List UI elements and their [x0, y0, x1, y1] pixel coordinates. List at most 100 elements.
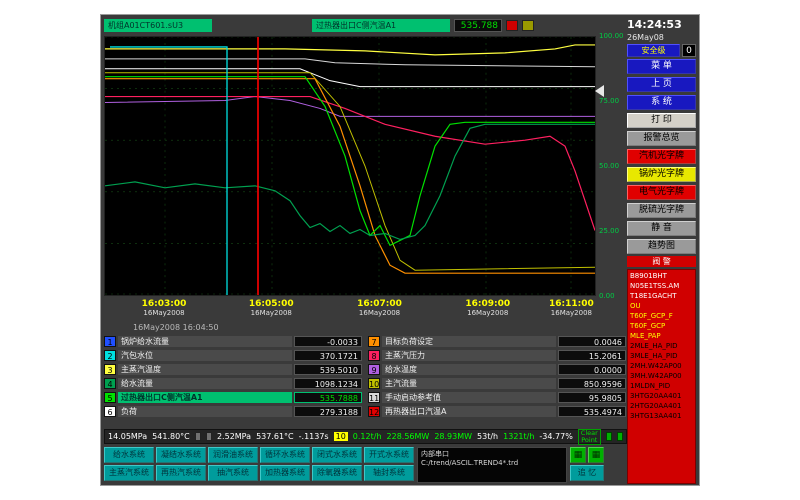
time-tick-date: 16May2008 — [465, 309, 510, 317]
status-value: 541.80°C — [152, 432, 190, 441]
legend-row[interactable]: 1锅炉给水流量-0.0033 — [104, 335, 362, 348]
legend-row[interactable]: 3主蒸汽温度539.5010 — [104, 363, 362, 376]
trend-curve-purple-ref — [105, 97, 595, 117]
marker-button[interactable] — [606, 432, 612, 441]
selected-signal-tag[interactable]: 过热器出口C侧汽温A1 — [312, 19, 450, 32]
time-tick: 16:03:0016May2008 — [142, 299, 187, 317]
sidebar-button[interactable]: 系 统 — [627, 95, 696, 110]
legend-row[interactable]: 8主蒸汽压力15.2061 — [368, 349, 626, 362]
legend-row[interactable]: 6负荷279.3188 — [104, 405, 362, 418]
sidebar: 14:24:53 26May08 安全级 0 菜 单上 页系 统打 印报警总览汽… — [626, 17, 697, 485]
alarm-entry[interactable]: OU — [630, 301, 693, 311]
trend-source-tag[interactable]: 机组A01CT601.sU3 — [104, 19, 212, 32]
alarm-entry[interactable]: T18E1GACHT — [630, 291, 693, 301]
ack-alarm-button[interactable]: ▦ — [570, 447, 586, 463]
status-value: 28.93MW — [434, 432, 472, 441]
system-button[interactable]: 给水系统 — [104, 447, 154, 463]
alarm-entry[interactable]: MLE_PAP — [630, 331, 693, 341]
alarm-entry[interactable]: 1MLDN_PID — [630, 381, 693, 391]
dcs-trend-window: 机组A01CT601.sU3 过热器出口C侧汽温A1 535.788 100.0… — [100, 14, 700, 486]
alarm-entry[interactable]: 3HTG13AA401 — [630, 411, 693, 421]
legend-pen-value: 535.4974 — [558, 406, 626, 417]
trend-curve-green-mid-wavy — [105, 124, 595, 239]
legend-row[interactable]: 10主汽流量850.9596 — [368, 377, 626, 390]
sidebar-button[interactable]: 汽机光字牌 — [627, 149, 696, 164]
trend-plot[interactable] — [105, 37, 595, 295]
alarm-entry[interactable]: 3MH.W42AP00 — [630, 371, 693, 381]
alarm-entry[interactable]: 3HTG20AA401 — [630, 391, 693, 401]
sidebar-button[interactable]: 打 印 — [627, 113, 696, 128]
security-level-button[interactable]: 安全级 — [627, 44, 680, 57]
alarm-entry[interactable]: T60F_GCP_F — [630, 311, 693, 321]
sidebar-button[interactable]: 电气光字牌 — [627, 185, 696, 200]
sidebar-button[interactable]: 锅炉光字牌 — [627, 167, 696, 182]
alarm-entry[interactable]: T60F_GCP — [630, 321, 693, 331]
marker-button[interactable] — [617, 432, 623, 441]
alarm-entry[interactable]: 2MH.W42AP00 — [630, 361, 693, 371]
alarm-entry[interactable]: 2HTG20AA401 — [630, 401, 693, 411]
legend-pen-number: 2 — [104, 350, 116, 361]
process-status-bar: 14.05MPa541.80°C2.52MPa537.61°C-.1137s10… — [104, 429, 627, 444]
alarm-entry[interactable]: B8901BHT — [630, 271, 693, 281]
legend-pen-value: 1098.1234 — [294, 378, 362, 389]
alarm-entry[interactable]: N05E1TSS.AM — [630, 281, 693, 291]
date: 26May08 — [627, 33, 696, 42]
alarm-entry[interactable]: 2MLE_HA_PID — [630, 341, 693, 351]
legend-pen-value: 850.9596 — [558, 378, 626, 389]
legend-pen-label: 过热器出口C侧汽温A1 — [118, 392, 292, 403]
scale-marker-icon[interactable] — [595, 85, 604, 97]
system-button[interactable]: 轴封系统 — [364, 465, 414, 481]
system-button[interactable]: 润滑油系统 — [208, 447, 258, 463]
legend-pen-label: 主汽流量 — [382, 378, 556, 389]
alarm-entry[interactable]: 3MLE_HA_PID — [630, 351, 693, 361]
system-button[interactable]: 加热器系统 — [260, 465, 310, 481]
legend-pen-value: 95.9805 — [558, 392, 626, 403]
legend-row[interactable]: 5过热器出口C侧汽温A1535.7888 — [104, 391, 362, 404]
system-button[interactable]: 主蒸汽系统 — [104, 465, 154, 481]
status-value: -.1137s — [299, 432, 329, 441]
silence-button[interactable]: ▦ — [588, 447, 604, 463]
legend-row[interactable]: 7目标负荷设定0.0046 — [368, 335, 626, 348]
legend-pen-label: 主蒸汽温度 — [118, 364, 292, 375]
time-tick: 16:07:0016May2008 — [357, 299, 402, 317]
time-tick-time: 16:11:00 — [549, 299, 594, 309]
status-value: 0.12t/h — [353, 432, 382, 441]
legend-pen-value: -0.0033 — [294, 336, 362, 347]
legend-row[interactable]: 11手动启动参考值95.9805 — [368, 391, 626, 404]
sidebar-button[interactable]: 上 页 — [627, 77, 696, 92]
clear-point-button[interactable]: ClearPoint — [578, 429, 601, 445]
scale-label: 0.00 — [599, 292, 615, 300]
time-tick-date: 16May2008 — [357, 309, 402, 317]
trend-chart[interactable] — [104, 36, 596, 296]
sidebar-button[interactable]: 脱硫光字牌 — [627, 203, 696, 218]
sidebar-button[interactable]: 报警总览 — [627, 131, 696, 146]
sidebar-button[interactable]: 趋势图 — [627, 239, 696, 254]
trend-curve-olive-trend — [105, 73, 595, 270]
legend-row[interactable]: 2汽包水位370.1721 — [104, 349, 362, 362]
alarm-indicator-chip — [506, 20, 518, 31]
security-level-value: 0 — [682, 44, 696, 57]
system-button[interactable]: 再热汽系统 — [156, 465, 206, 481]
legend-row[interactable]: 12再热器出口汽温A535.4974 — [368, 405, 626, 418]
system-button[interactable]: 除氧器系统 — [312, 465, 362, 481]
status-value: 10 — [334, 432, 348, 441]
legend-row[interactable]: 9给水温度0.0000 — [368, 363, 626, 376]
sidebar-button[interactable]: 静 音 — [627, 221, 696, 236]
legend-pen-value: 15.2061 — [558, 350, 626, 361]
trend-curve-gray-trend — [105, 59, 595, 67]
system-button[interactable]: 循环水系统 — [260, 447, 310, 463]
time-tick-date: 16May2008 — [549, 309, 594, 317]
system-button[interactable]: 凝结水系统 — [156, 447, 206, 463]
status-value: 228.56MW — [387, 432, 430, 441]
system-button[interactable]: 开式水系统 — [364, 447, 414, 463]
recall-button[interactable]: 追 忆 — [570, 465, 604, 481]
scale-label: 50.00 — [599, 162, 619, 170]
legend-pen-value: 279.3188 — [294, 406, 362, 417]
trend-curve-white-load — [105, 69, 595, 87]
legend-row[interactable]: 4给水流量1098.1234 — [104, 377, 362, 390]
status-value: 537.61°C — [256, 432, 294, 441]
system-button[interactable]: 抽汽系统 — [208, 465, 258, 481]
sidebar-button[interactable]: 菜 单 — [627, 59, 696, 74]
alarm-panel-header: 阀 警 — [627, 256, 696, 267]
system-button[interactable]: 闭式水系统 — [312, 447, 362, 463]
